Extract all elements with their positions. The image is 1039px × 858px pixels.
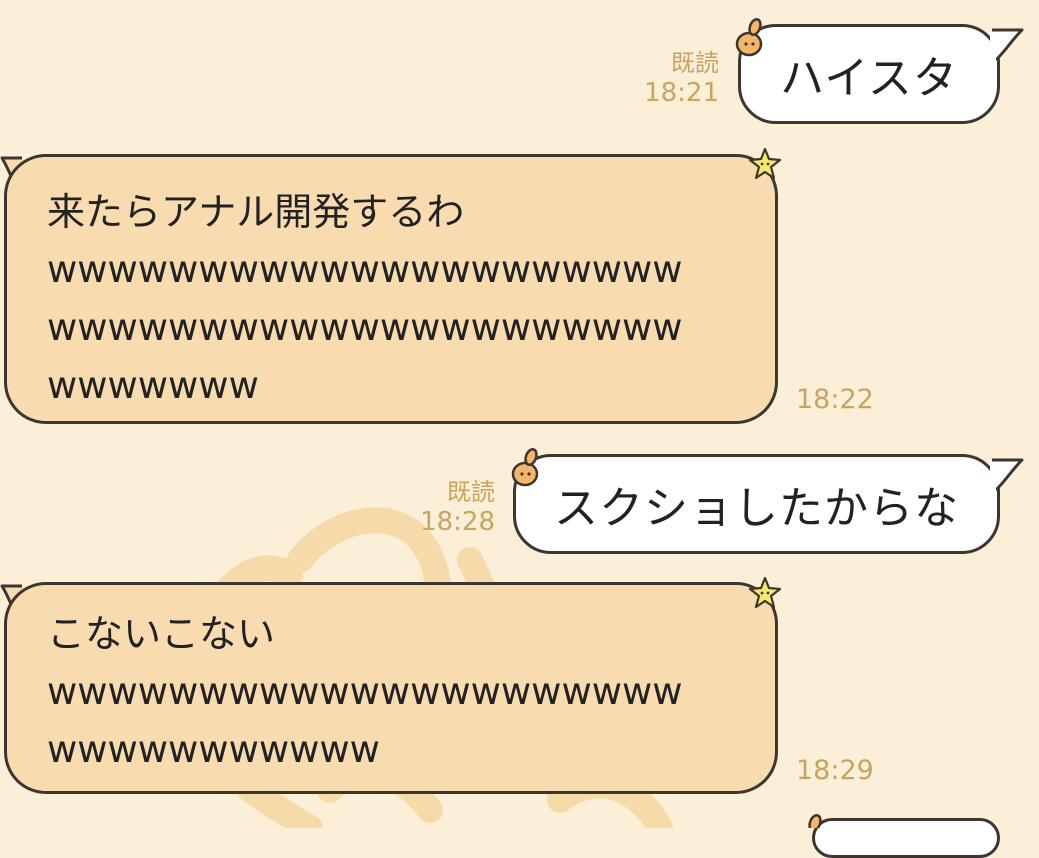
partial-sent-message-bubble[interactable] xyxy=(812,818,1000,858)
message-time: 18:22 xyxy=(796,384,874,415)
message-text: スクショしたからな xyxy=(554,483,959,534)
message-time: 18:21 xyxy=(644,78,719,108)
message-text-line: wwwwwwwwwwwwwwwwwwwww xyxy=(47,248,683,291)
message-text-line: wwwwwwwwwwwwwwwwwwwww xyxy=(47,306,683,349)
read-receipt: 既読 xyxy=(447,478,495,506)
message-text: ハイスタ xyxy=(780,53,958,104)
star-icon xyxy=(748,576,782,609)
message-text-line: wwwwwwwwwww xyxy=(47,728,380,771)
message-meta: 既読 18:21 xyxy=(644,48,719,108)
rabbit-icon xyxy=(511,448,539,487)
bubble-tail xyxy=(990,458,1024,492)
received-message-bubble[interactable]: 来たらアナル開発するわ wwwwwwwwwwwwwwwwwwwww wwwwww… xyxy=(4,154,778,424)
message-time: 18:29 xyxy=(796,755,874,786)
message-text-line: wwwwwwwwwwwwwwwwwwwww xyxy=(47,670,683,713)
message-meta: 既読 18:28 xyxy=(420,477,495,537)
message-text-line: こないこない xyxy=(47,612,276,656)
sent-message-bubble[interactable]: ハイスタ xyxy=(738,24,1000,124)
message-text-line: wwwwwww xyxy=(47,364,259,407)
received-message-bubble[interactable]: こないこない wwwwwwwwwwwwwwwwwwwww wwwwwwwwwww xyxy=(4,582,778,794)
bubble-tail xyxy=(990,28,1024,62)
star-icon xyxy=(748,147,782,180)
message-text-line: 来たらアナル開発するわ xyxy=(47,190,465,234)
message-time: 18:28 xyxy=(420,507,495,537)
sent-message-bubble[interactable]: スクショしたからな xyxy=(513,454,1000,554)
rabbit-icon xyxy=(808,814,822,828)
read-receipt: 既読 xyxy=(671,49,719,77)
rabbit-icon xyxy=(735,18,763,57)
